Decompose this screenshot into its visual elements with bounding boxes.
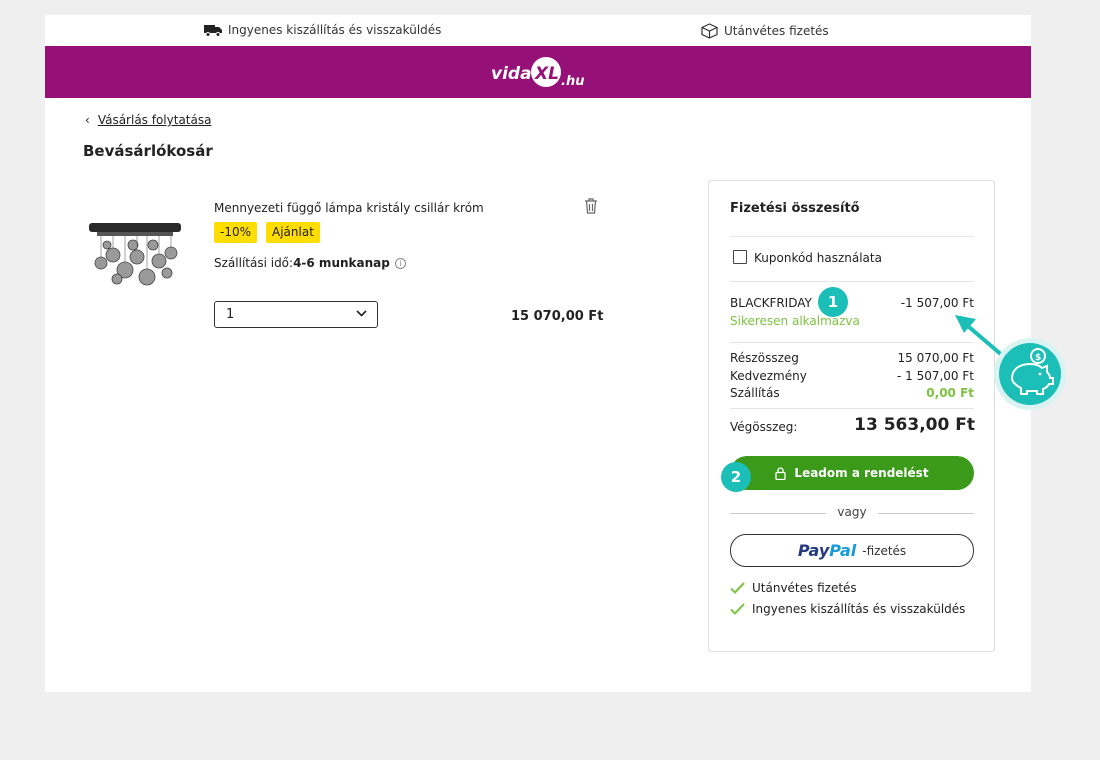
total-value: 13 563,00 Ft bbox=[854, 415, 975, 435]
lock-icon bbox=[775, 466, 787, 480]
chevron-left-icon: ‹ bbox=[85, 113, 90, 127]
coupon-code: BLACKFRIDAY bbox=[730, 296, 812, 310]
top-info-bar: Ingyenes kiszállítás és visszaküldés Utá… bbox=[45, 15, 1031, 46]
discount-badge: -10% bbox=[214, 222, 258, 243]
free-shipping-info: Ingyenes kiszállítás és visszaküldés bbox=[204, 23, 441, 37]
product-name[interactable]: Mennyezeti függő lámpa kristály csillár … bbox=[214, 201, 484, 215]
svg-text:.hu: .hu bbox=[561, 74, 584, 89]
site-header: vida XL .hu bbox=[45, 46, 1031, 98]
piggy-bank-icon: $ bbox=[994, 338, 1066, 410]
trash-icon[interactable] bbox=[584, 198, 598, 214]
paypal-label: -fizetés bbox=[862, 543, 907, 558]
check-icon bbox=[730, 582, 745, 594]
subtotal-row: Részösszeg 15 070,00 Ft bbox=[730, 351, 974, 365]
product-image[interactable] bbox=[87, 215, 183, 293]
svg-text:vida: vida bbox=[491, 64, 532, 84]
box-icon bbox=[701, 23, 718, 39]
page: Ingyenes kiszállítás és visszaküldés Utá… bbox=[45, 15, 1031, 692]
shipping-row: Szállítás 0,00 Ft bbox=[730, 386, 974, 400]
discount-row: Kedvezmény - 1 507,00 Ft bbox=[730, 369, 974, 383]
check-icon bbox=[730, 603, 745, 615]
total-label: Végösszeg: bbox=[730, 420, 798, 434]
chevron-down-icon bbox=[356, 310, 367, 317]
subtotal-label: Részösszeg bbox=[730, 351, 799, 365]
coupon-amount: -1 507,00 Ft bbox=[900, 296, 974, 310]
shipping-label: Szállítás bbox=[730, 386, 780, 400]
svg-text:$: $ bbox=[1035, 353, 1041, 363]
benefit-cod: Utánvétes fizetés bbox=[730, 581, 857, 595]
quantity-value: 1 bbox=[226, 307, 235, 322]
summary-title: Fizetési összesítő bbox=[730, 201, 860, 216]
item-price: 15 070,00 Ft bbox=[511, 309, 604, 324]
divider bbox=[730, 408, 974, 409]
paypal-button[interactable]: PayPal -fizetés bbox=[730, 534, 974, 567]
step-1-marker: 1 bbox=[818, 287, 848, 317]
truck-icon bbox=[204, 24, 222, 37]
delivery-time-label: Szállítási idő: bbox=[214, 256, 294, 270]
vidaxl-logo[interactable]: vida XL .hu bbox=[491, 54, 587, 90]
subtotal-value: 15 070,00 Ft bbox=[897, 351, 975, 365]
or-divider: vagy bbox=[730, 505, 974, 521]
discount-label: Kedvezmény bbox=[730, 369, 807, 383]
offer-badge: Ajánlat bbox=[266, 222, 320, 243]
discount-value: - 1 507,00 Ft bbox=[896, 369, 974, 383]
continue-shopping-label[interactable]: Vásárlás folytatása bbox=[98, 113, 212, 127]
step-2-marker: 2 bbox=[721, 462, 751, 492]
divider bbox=[730, 236, 974, 237]
coupon-status: Sikeresen alkalmazva bbox=[730, 314, 860, 328]
coupon-label[interactable]: Kuponkód használata bbox=[754, 251, 882, 265]
delivery-time: Szállítási idő: 4-6 munkanap i bbox=[214, 256, 406, 270]
paypal-logo: PayPal bbox=[797, 541, 857, 560]
page-title: Bevásárlókosár bbox=[83, 142, 213, 160]
quantity-select[interactable]: 1 bbox=[214, 301, 378, 328]
coupon-checkbox[interactable] bbox=[733, 250, 747, 264]
divider bbox=[730, 342, 974, 343]
payment-summary-panel: Fizetési összesítő Kuponkód használata B… bbox=[708, 180, 995, 652]
info-icon[interactable]: i bbox=[394, 257, 406, 269]
delivery-time-value: 4-6 munkanap bbox=[293, 256, 390, 270]
divider bbox=[730, 281, 974, 282]
coupon-row: BLACKFRIDAY -1 507,00 Ft bbox=[730, 296, 974, 310]
shipping-value: 0,00 Ft bbox=[926, 386, 974, 400]
continue-shopping-link[interactable]: ‹ Vásárlás folytatása bbox=[85, 113, 211, 127]
cod-info: Utánvétes fizetés bbox=[701, 23, 829, 39]
place-order-label: Leadom a rendelést bbox=[794, 466, 929, 480]
benefit-free-shipping: Ingyenes kiszállítás és visszaküldés bbox=[730, 602, 965, 616]
svg-text:XL: XL bbox=[534, 64, 559, 84]
place-order-button[interactable]: Leadom a rendelést bbox=[730, 456, 974, 490]
